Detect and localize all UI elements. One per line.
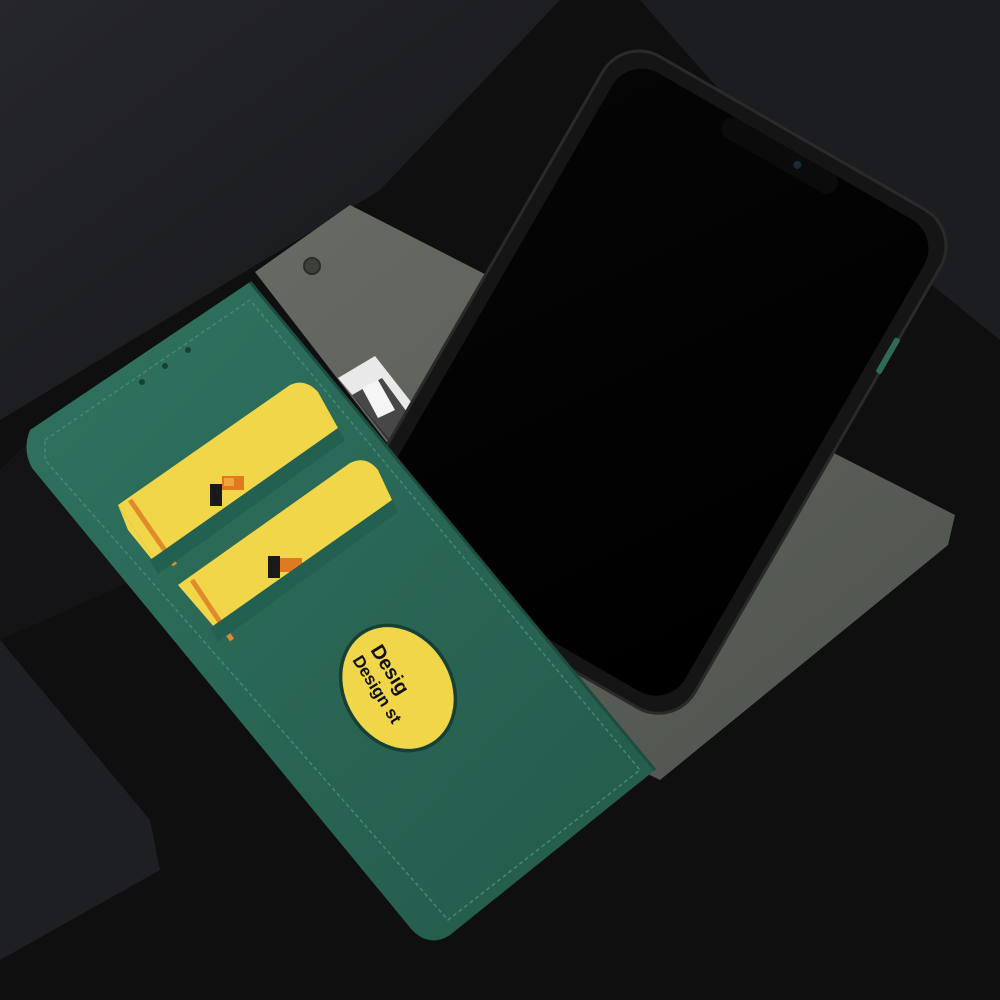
magnetic-clasp-icon <box>303 257 321 275</box>
product-photo-scene: Desig Design st <box>0 0 1000 1000</box>
